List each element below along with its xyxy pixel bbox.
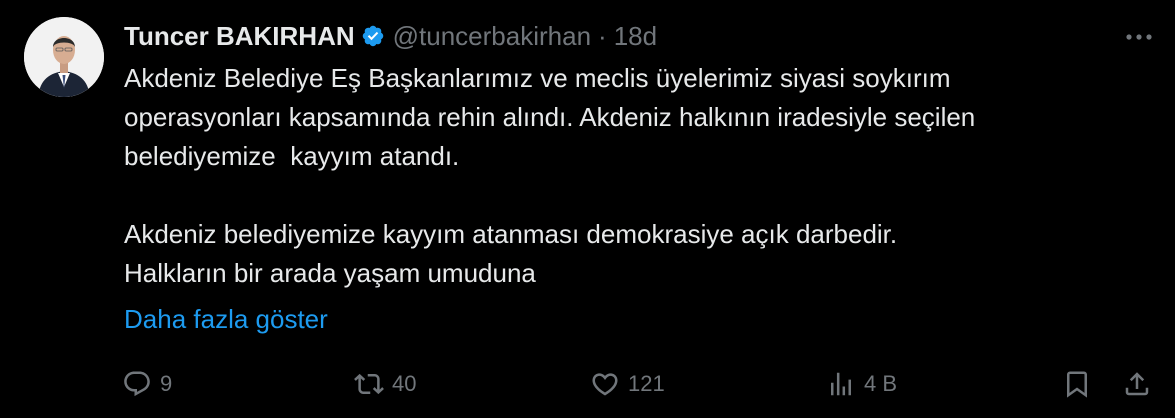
timestamp[interactable]: 18d bbox=[614, 16, 657, 56]
tweet-line: operasyonları kapsamında rehin alındı. A… bbox=[124, 102, 976, 132]
author-handle[interactable]: @tuncerbakirhan bbox=[393, 16, 591, 56]
more-dots-icon[interactable] bbox=[1121, 19, 1157, 55]
action-bar: 9 40 121 4 B bbox=[118, 362, 1161, 406]
repost-button[interactable]: 40 bbox=[354, 362, 416, 406]
like-count: 121 bbox=[628, 371, 665, 396]
repost-icon bbox=[354, 373, 384, 395]
reply-count: 9 bbox=[160, 371, 173, 396]
views-count: 4 B bbox=[864, 371, 898, 396]
views-icon bbox=[831, 372, 851, 396]
verified-badge-icon[interactable] bbox=[361, 24, 385, 48]
share-button[interactable] bbox=[1122, 362, 1152, 406]
like-button[interactable]: 121 bbox=[590, 362, 665, 406]
reply-icon bbox=[124, 371, 150, 397]
reply-button[interactable]: 9 bbox=[122, 362, 172, 406]
tweet: Tuncer BAKIRHAN @tuncerbakirhan · 18d Ak… bbox=[0, 0, 1175, 418]
tweet-line: belediyemize kayyım atandı. bbox=[124, 141, 460, 171]
repost-count: 40 bbox=[392, 371, 417, 396]
tweet-header: Tuncer BAKIRHAN @tuncerbakirhan · 18d bbox=[124, 16, 1155, 56]
bookmark-button[interactable] bbox=[1062, 362, 1092, 406]
author-name[interactable]: Tuncer BAKIRHAN bbox=[124, 16, 355, 56]
tweet-paragraph: Akdeniz Belediye Eş Başkanlarımız ve mec… bbox=[124, 59, 1144, 176]
tweet-line: Akdeniz belediyemize kayyım atanması dem… bbox=[124, 219, 898, 249]
tweet-paragraph: Akdeniz belediyemize kayyım atanması dem… bbox=[124, 215, 1144, 293]
views-button[interactable]: 4 B bbox=[826, 362, 897, 406]
show-more-link[interactable]: Daha fazla göster bbox=[124, 300, 328, 339]
tweet-line: Halkların bir arada yaşam umuduna bbox=[124, 258, 536, 288]
share-icon bbox=[1125, 372, 1149, 396]
avatar[interactable] bbox=[24, 17, 104, 97]
separator-dot: · bbox=[598, 21, 607, 51]
tweet-text: Akdeniz Belediye Eş Başkanlarımız ve mec… bbox=[124, 59, 1144, 293]
like-icon bbox=[592, 373, 618, 396]
bookmark-icon bbox=[1067, 371, 1087, 398]
avatar-image bbox=[24, 17, 104, 97]
tweet-line: Akdeniz Belediye Eş Başkanlarımız ve mec… bbox=[124, 63, 951, 93]
